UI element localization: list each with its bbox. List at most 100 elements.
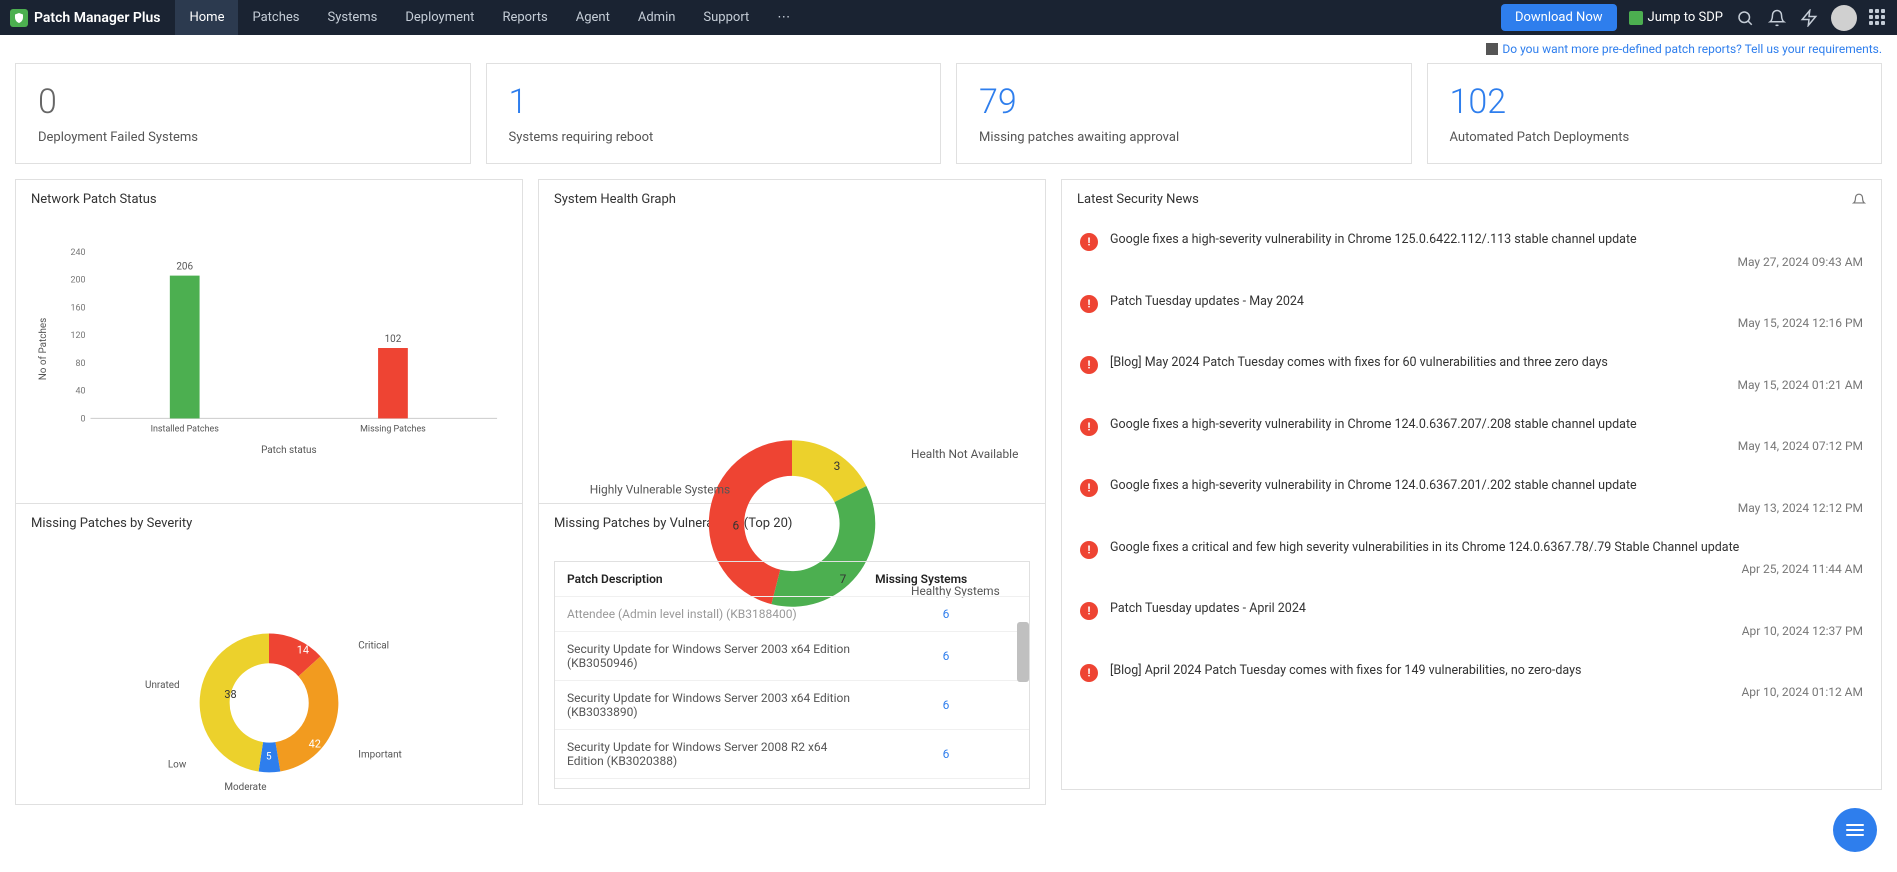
svg-text:Critical: Critical xyxy=(358,640,389,651)
news-item[interactable]: Google fixes a high-severity vulnerabili… xyxy=(1062,219,1881,281)
bar-installed[interactable] xyxy=(170,276,200,419)
apps-icon[interactable] xyxy=(1869,9,1887,27)
news-item[interactable]: Google fixes a high-severity vulnerabili… xyxy=(1062,404,1881,466)
news-item[interactable]: Google fixes a critical and few high sev… xyxy=(1062,527,1881,589)
nav-right: Download Now Jump to SDP xyxy=(1501,4,1887,31)
nav-agent[interactable]: Agent xyxy=(562,0,624,35)
stat-reboot-systems[interactable]: 1 Systems requiring reboot xyxy=(486,63,942,164)
nav-support[interactable]: Support xyxy=(689,0,763,35)
patch-desc: Attendee (Admin level install) (KB318840… xyxy=(555,597,863,632)
notification-icon[interactable] xyxy=(1767,8,1787,28)
missing-count[interactable]: 6 xyxy=(863,597,1029,632)
nav-home[interactable]: Home xyxy=(175,0,238,35)
news-item[interactable]: [Blog] May 2024 Patch Tuesday comes with… xyxy=(1062,342,1881,404)
alert-icon xyxy=(1080,602,1098,620)
severity-panel: Missing Patches by Severity 14 42 5 38 C… xyxy=(15,503,523,805)
vuln-table-wrap[interactable]: Patch Description Missing Systems Attend… xyxy=(554,561,1030,789)
stat-label: Missing patches awaiting approval xyxy=(979,130,1389,145)
alert-icon xyxy=(1080,541,1098,559)
stat-label: Systems requiring reboot xyxy=(509,130,919,145)
news-item[interactable]: [Blog] April 2024 Patch Tuesday comes wi… xyxy=(1062,650,1881,712)
menu-icon xyxy=(1846,824,1864,836)
report-icon xyxy=(1486,43,1498,55)
patch-desc: Security Update for Windows Server 2003 … xyxy=(555,632,863,681)
nav-systems[interactable]: Systems xyxy=(314,0,392,35)
search-icon[interactable] xyxy=(1735,8,1755,28)
news-title-text: Latest Security News xyxy=(1077,192,1199,207)
bell-icon[interactable] xyxy=(1852,193,1866,207)
download-button[interactable]: Download Now xyxy=(1501,4,1617,31)
nav-patches[interactable]: Patches xyxy=(238,0,313,35)
svg-text:Missing Patches: Missing Patches xyxy=(360,424,426,434)
news-date: Apr 25, 2024 11:44 AM xyxy=(1110,562,1863,576)
svg-text:Important: Important xyxy=(358,749,402,760)
top-nav: Patch Manager Plus Home Patches Systems … xyxy=(0,0,1897,35)
panel-title: Missing Patches by Severity xyxy=(16,504,522,543)
news-item[interactable]: Google fixes a high-severity vulnerabili… xyxy=(1062,465,1881,527)
alert-icon xyxy=(1080,356,1098,374)
svg-text:Low: Low xyxy=(168,759,187,770)
missing-count[interactable]: 6 xyxy=(863,779,1029,790)
table-row[interactable]: Security Update for Windows Server 2003 … xyxy=(555,779,1029,790)
stat-failed-systems[interactable]: 0 Deployment Failed Systems xyxy=(15,63,471,164)
news-item[interactable]: Patch Tuesday updates - May 2024 May 15, … xyxy=(1062,281,1881,343)
svg-text:80: 80 xyxy=(76,359,86,369)
security-news-panel: Latest Security News Google fixes a high… xyxy=(1061,179,1882,790)
nav-more[interactable]: ⋯ xyxy=(763,0,804,35)
panel-title: System Health Graph xyxy=(539,180,1045,219)
bar-missing[interactable] xyxy=(378,348,408,418)
news-date: May 15, 2024 12:16 PM xyxy=(1110,316,1863,330)
nav-admin[interactable]: Admin xyxy=(624,0,690,35)
stat-automated-deployments[interactable]: 102 Automated Patch Deployments xyxy=(1427,63,1883,164)
x-axis-label: Patch status xyxy=(261,445,316,456)
fab-button[interactable] xyxy=(1833,808,1877,852)
alert-icon xyxy=(1080,479,1098,497)
stat-label: Automated Patch Deployments xyxy=(1450,130,1860,145)
stat-value: 102 xyxy=(1450,82,1860,122)
app-logo[interactable]: Patch Manager Plus xyxy=(10,9,160,27)
patch-desc: Security Update for Windows Server 2003 … xyxy=(555,681,863,730)
nav-tabs: Home Patches Systems Deployment Reports … xyxy=(175,0,804,35)
jump-sdp-link[interactable]: Jump to SDP xyxy=(1629,10,1723,25)
news-item[interactable]: Patch Tuesday updates - April 2024Apr 10… xyxy=(1062,588,1881,650)
missing-count[interactable]: 6 xyxy=(863,730,1029,779)
missing-count[interactable]: 6 xyxy=(863,632,1029,681)
news-headline: [Blog] May 2024 Patch Tuesday comes with… xyxy=(1110,354,1863,372)
svg-text:Moderate: Moderate xyxy=(224,782,266,793)
slice-important[interactable] xyxy=(275,656,338,771)
jump-sdp-label: Jump to SDP xyxy=(1648,10,1723,25)
missing-count[interactable]: 6 xyxy=(863,681,1029,730)
stat-row: 0 Deployment Failed Systems 1 Systems re… xyxy=(15,63,1882,164)
svg-text:3: 3 xyxy=(834,459,841,473)
stat-missing-approval[interactable]: 79 Missing patches awaiting approval xyxy=(956,63,1412,164)
avatar[interactable] xyxy=(1831,5,1857,31)
svg-text:42: 42 xyxy=(309,738,321,751)
table-row[interactable]: Security Update for Windows Server 2003 … xyxy=(555,681,1029,730)
table-row[interactable]: Attendee (Admin level install) (KB318840… xyxy=(555,597,1029,632)
col-missing-systems: Missing Systems xyxy=(863,562,1029,597)
svg-text:Unrated: Unrated xyxy=(145,680,180,691)
nav-deployment[interactable]: Deployment xyxy=(391,0,488,35)
svg-text:Highly Vulnerable Systems: Highly Vulnerable Systems xyxy=(590,483,730,497)
news-headline: [Blog] April 2024 Patch Tuesday comes wi… xyxy=(1110,662,1863,680)
news-headline: Patch Tuesday updates - May 2024 xyxy=(1110,293,1863,311)
news-date: May 27, 2024 09:43 AM xyxy=(1110,255,1863,269)
table-row[interactable]: Security Update for Windows Server 2008 … xyxy=(555,730,1029,779)
quick-action-icon[interactable] xyxy=(1799,8,1819,28)
svg-text:120: 120 xyxy=(71,331,86,341)
svg-text:160: 160 xyxy=(71,303,86,313)
table-row[interactable]: Security Update for Windows Server 2003 … xyxy=(555,632,1029,681)
news-headline: Patch Tuesday updates - April 2024 xyxy=(1110,600,1863,618)
slice-unrated[interactable] xyxy=(200,634,269,772)
panel-title: Network Patch Status xyxy=(16,180,522,219)
nav-reports[interactable]: Reports xyxy=(488,0,561,35)
stat-value: 1 xyxy=(509,82,919,122)
news-list[interactable]: Google fixes a high-severity vulnerabili… xyxy=(1062,219,1881,789)
dashboard: 0 Deployment Failed Systems 1 Systems re… xyxy=(0,63,1897,805)
svg-text:14: 14 xyxy=(297,643,309,656)
news-headline: Google fixes a critical and few high sev… xyxy=(1110,539,1863,557)
alert-icon xyxy=(1080,418,1098,436)
table-scrollbar[interactable] xyxy=(1017,622,1029,682)
reports-feedback-link[interactable]: Do you want more pre-defined patch repor… xyxy=(1502,42,1882,56)
news-headline: Google fixes a high-severity vulnerabili… xyxy=(1110,231,1863,249)
